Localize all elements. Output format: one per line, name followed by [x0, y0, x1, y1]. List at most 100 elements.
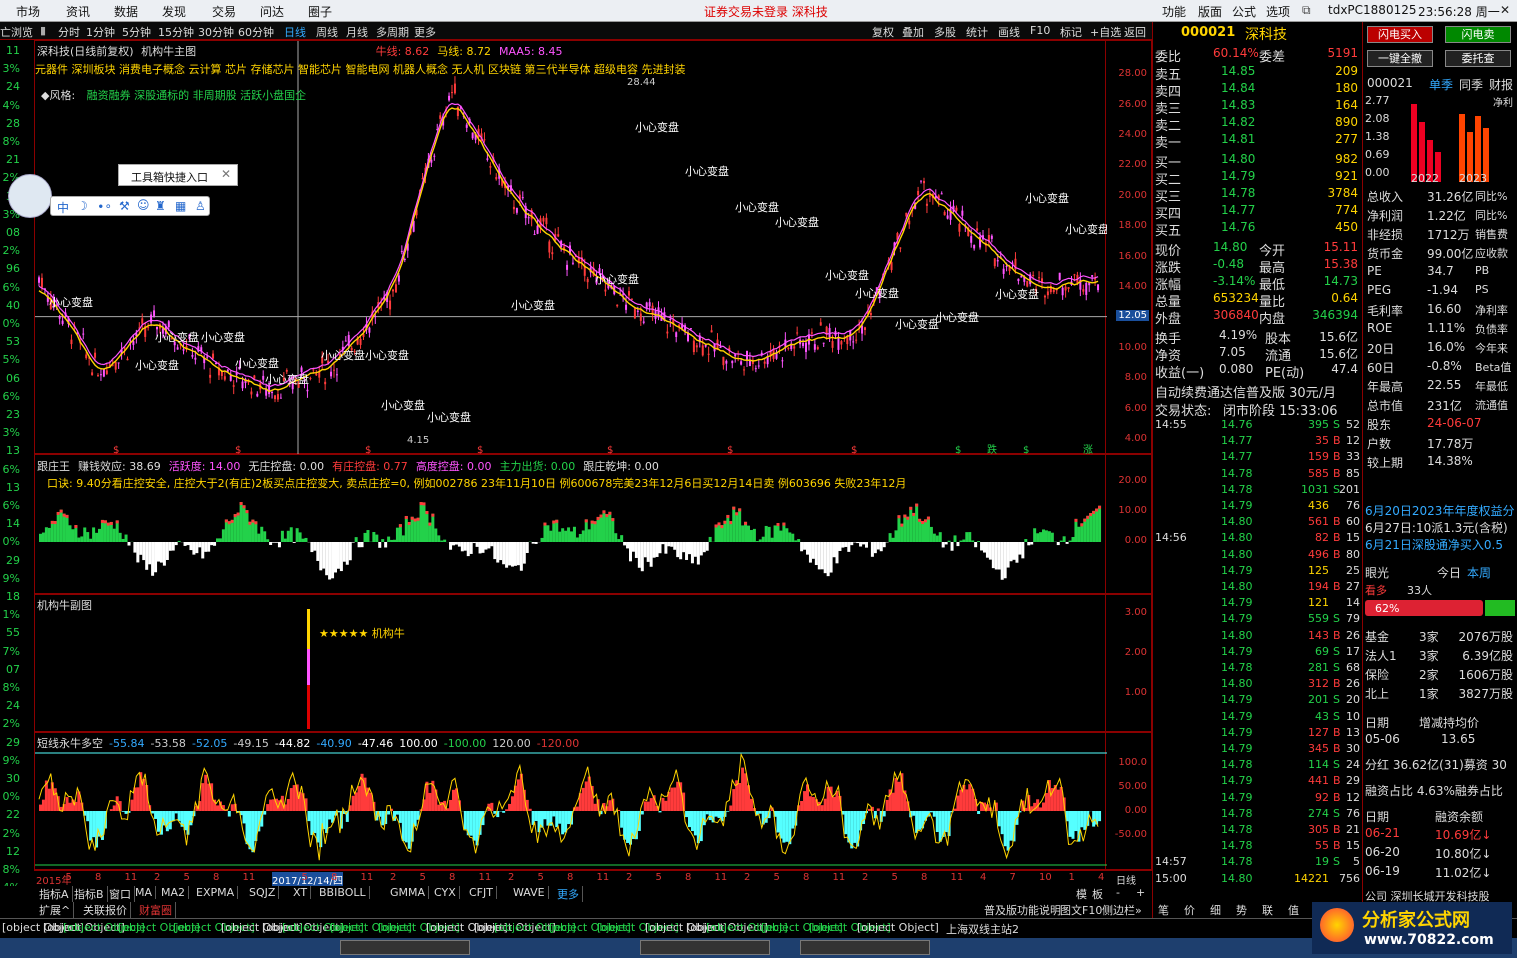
dx-bar-down: [844, 811, 848, 835]
tool-0[interactable]: 复权: [872, 24, 894, 40]
main-chart-panel[interactable]: 小心变盘 小心变盘 小心变盘 小心变盘 小心变盘 小心变盘 小心变盘 小心变盘 小心变盘 小心变盘…: [34, 40, 1107, 455]
right-tab-3[interactable]: 势: [1236, 902, 1247, 918]
bottom-tab-4[interactable]: MA2: [158, 886, 190, 899]
menu-item-2[interactable]: 数据: [114, 3, 138, 20]
week-tab[interactable]: 本周: [1467, 564, 1491, 581]
menu-item-1[interactable]: 资讯: [66, 3, 90, 20]
wrench-icon[interactable]: ⚒: [119, 199, 130, 213]
f10-event[interactable]: 6月20日2023年年度权益分: [1365, 502, 1515, 519]
period-6[interactable]: 日线: [284, 24, 306, 40]
tool-6[interactable]: 标记: [1060, 24, 1082, 40]
indicator-name[interactable]: 机构牛主图: [141, 45, 196, 58]
status-extra-1[interactable]: 图文F10: [1060, 902, 1102, 918]
bottom-tab-5[interactable]: EXPMA: [193, 886, 239, 899]
menu-right-1[interactable]: 版面: [1198, 3, 1222, 20]
bottom-tab-7[interactable]: XT: [290, 886, 312, 899]
assistant-avatar[interactable]: [8, 174, 52, 218]
f10-event[interactable]: 6月27日:10派1.3元(含税): [1365, 519, 1515, 536]
tool-4[interactable]: 画线: [998, 24, 1020, 40]
dx-bar-down: [977, 811, 981, 815]
bottom-tab-3[interactable]: MA: [132, 886, 157, 899]
bottom-tab-9[interactable]: GMMA: [387, 886, 430, 899]
period-0[interactable]: 分时: [58, 24, 80, 40]
lock-icon[interactable]: ♙: [195, 199, 206, 213]
right-tab-5[interactable]: 值: [1288, 902, 1299, 918]
status-extra-2[interactable]: 侧边栏»: [1102, 902, 1142, 918]
bottom-right-0[interactable]: 模: [1076, 886, 1087, 902]
tool-2[interactable]: 多股: [934, 24, 956, 40]
jgn-panel[interactable]: 机构牛副图 ★★★★★ 机构牛: [34, 594, 1106, 732]
menu-right-3[interactable]: 选项: [1266, 3, 1290, 20]
smile-icon[interactable]: ☺: [137, 198, 150, 212]
menu-item-3[interactable]: 发现: [162, 3, 186, 20]
bottom-right-3[interactable]: +: [1136, 886, 1145, 899]
menu-right-0[interactable]: 功能: [1162, 3, 1186, 20]
period-7[interactable]: 周线: [316, 24, 338, 40]
dx-panel[interactable]: 短线永牛多空 -55.84 -53.58 -52.05 -49.15 -44.82 -40.…: [34, 732, 1107, 870]
period-2[interactable]: 5分钟: [122, 24, 151, 40]
right-tab-2[interactable]: 细: [1210, 902, 1221, 918]
f10-tab-0[interactable]: 单季: [1429, 76, 1453, 93]
flash-sell-button[interactable]: 闪电卖: [1445, 26, 1511, 43]
today-tab[interactable]: 今日: [1437, 564, 1461, 581]
trust-query-button[interactable]: 委托查: [1445, 50, 1511, 67]
right-tab-0[interactable]: 笔: [1158, 902, 1169, 918]
period-3[interactable]: 15分钟: [158, 24, 194, 40]
menu-item-5[interactable]: 问达: [260, 3, 284, 20]
bottom-right-1[interactable]: 板: [1092, 886, 1103, 902]
menu-item-6[interactable]: 圈子: [308, 3, 332, 20]
dx-bar-down: [785, 811, 789, 842]
moon-icon[interactable]: ☽: [77, 199, 88, 213]
taskbar-app-0[interactable]: [340, 940, 470, 955]
bottom-tab2-1[interactable]: 关联报价: [80, 902, 131, 918]
period-10[interactable]: 更多: [414, 24, 436, 40]
menu-item-0[interactable]: 市场: [16, 3, 40, 20]
chinese-input-icon[interactable]: 中: [57, 199, 69, 216]
shirt-icon[interactable]: ♜: [155, 199, 166, 213]
flash-buy-button[interactable]: 闪电买入: [1367, 26, 1433, 43]
bottom-tab2-2[interactable]: 财富圈: [136, 902, 176, 918]
f10-event[interactable]: 6月21日深股通净买入0.5: [1365, 536, 1515, 553]
taskbar-app-2[interactable]: [800, 940, 930, 955]
f10-tab-1[interactable]: 同季: [1459, 76, 1483, 93]
tool-5[interactable]: F10: [1030, 24, 1050, 37]
right-tab-4[interactable]: 联: [1262, 902, 1273, 918]
period-1[interactable]: 1分钟: [86, 24, 115, 40]
bottom-tab-6[interactable]: SQJZ: [246, 886, 280, 899]
bottom-tab-13[interactable]: 更多: [554, 886, 583, 902]
period-8[interactable]: 月线: [346, 24, 368, 40]
bottom-tab-8[interactable]: BBIBOLL: [316, 886, 370, 899]
gzw-panel[interactable]: 跟庄王 赚钱效应: 38.69 活跃度: 14.00 无庄控盘: 0.00 有庄控盘: …: [34, 454, 1106, 594]
tool-3[interactable]: 统计: [966, 24, 988, 40]
bottom-tab-2[interactable]: 窗口: [106, 886, 135, 902]
bottom-tab-0[interactable]: 指标A: [36, 886, 73, 902]
close-window-icon[interactable]: ✕: [1500, 3, 1510, 17]
tool-7[interactable]: +自选: [1090, 24, 1121, 40]
monitor-icon[interactable]: ⧉: [1302, 3, 1311, 18]
period-5[interactable]: 60分钟: [238, 24, 274, 40]
status-extra-0[interactable]: 普及版功能说明: [984, 902, 1061, 918]
close-icon[interactable]: ✕: [221, 167, 231, 181]
sidebar-toggle-icon[interactable]: ▮: [40, 24, 46, 37]
cancel-all-button[interactable]: 一键全撤: [1367, 50, 1433, 67]
period-4[interactable]: 30分钟: [198, 24, 234, 40]
bottom-tab2-0[interactable]: 扩展^: [36, 902, 75, 918]
f10-tab-2[interactable]: 财报: [1489, 76, 1513, 93]
menu-item-4[interactable]: 交易: [212, 3, 236, 20]
bottom-right-2[interactable]: -: [1116, 886, 1120, 899]
candle-body: [285, 370, 288, 372]
bottom-tab-12[interactable]: WAVE: [510, 886, 549, 899]
bottom-tab-1[interactable]: 指标B: [71, 886, 108, 902]
right-tab-1[interactable]: 价: [1184, 902, 1195, 918]
promo-link[interactable]: 自动续费通达信普及版 30元/月: [1155, 382, 1336, 401]
bottom-tab-11[interactable]: CFJT: [466, 886, 497, 899]
dots-icon[interactable]: ∙∘: [97, 199, 112, 213]
taskbar-app-1[interactable]: [640, 940, 770, 955]
tool-1[interactable]: 叠加: [902, 24, 924, 40]
menu-right-2[interactable]: 公式: [1232, 3, 1256, 20]
bottom-tab-10[interactable]: CYX: [431, 886, 460, 899]
tool-8[interactable]: 返回: [1124, 24, 1146, 40]
gzw-bar-top: [1098, 505, 1102, 509]
period-9[interactable]: 多周期: [376, 24, 409, 40]
grid-icon[interactable]: ▦: [175, 199, 186, 213]
